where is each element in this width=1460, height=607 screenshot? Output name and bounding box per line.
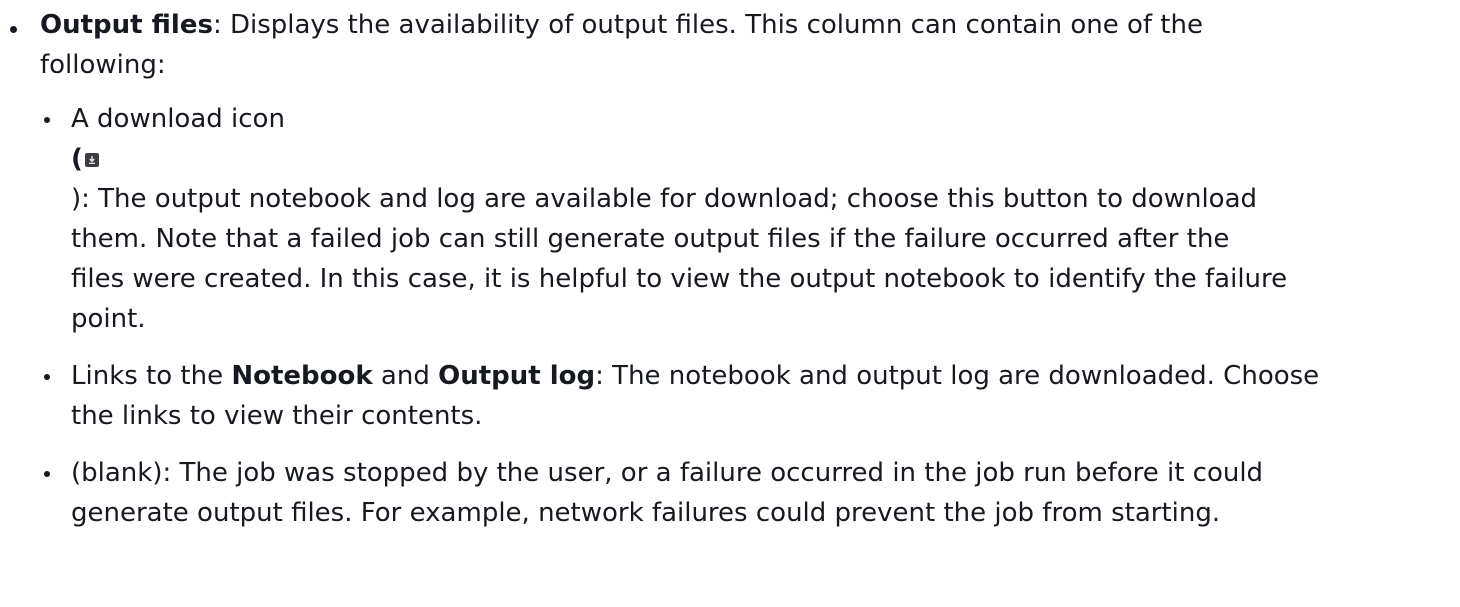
term-output-files: Output files: [40, 10, 213, 40]
bullet: [10, 26, 17, 33]
bullet: [44, 471, 50, 477]
output-options-list: A download icon ( ): The output notebook…: [40, 99, 1460, 533]
term-output-log: Output log: [438, 361, 596, 391]
open-paren: (: [71, 144, 83, 174]
option-text: : The notebook and output log are downlo…: [595, 361, 1320, 391]
option-text-line: ): The output notebook and log are avail…: [71, 184, 1258, 214]
option-text-line: them. Note that a failed job can still g…: [71, 224, 1230, 254]
option-text: and: [372, 361, 439, 391]
option-text-line: files were created. In this case, it is …: [71, 264, 1288, 294]
option-text-line: the links to view their contents.: [71, 401, 483, 431]
document-body: Output files: Displays the availability …: [0, 5, 1460, 533]
description-text: : Displays the availability of output fi…: [212, 10, 1203, 40]
option-text-line: (blank): The job was stopped by the user…: [71, 458, 1264, 488]
option-lead: A download icon: [71, 104, 285, 134]
option-text-line: generate output files. For example, netw…: [71, 498, 1221, 528]
list-item-blank: (blank): The job was stopped by the user…: [40, 453, 1460, 533]
option-text: Links to the: [71, 361, 232, 391]
option-text-line: point.: [71, 304, 146, 334]
bullet: [44, 374, 50, 380]
output-files-description: Output files: Displays the availability …: [40, 5, 1460, 85]
list-item-links: Links to the Notebook and Output log: Th…: [40, 356, 1460, 436]
list-item-output-files: Output files: Displays the availability …: [0, 5, 1460, 533]
term-notebook: Notebook: [231, 361, 373, 391]
field-description-list: Output files: Displays the availability …: [0, 5, 1460, 533]
list-item-download-icon: A download icon ( ): The output notebook…: [40, 99, 1460, 339]
description-text-continued: following:: [40, 50, 166, 80]
bullet: [44, 117, 50, 123]
download-icon: [84, 153, 99, 167]
